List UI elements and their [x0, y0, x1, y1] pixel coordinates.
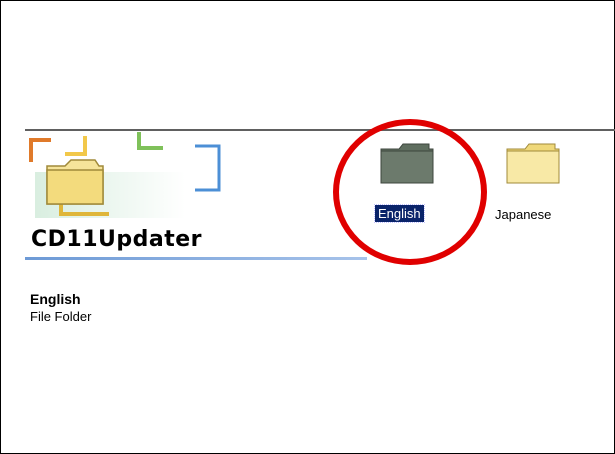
folder-title: CD11Updater — [31, 227, 203, 252]
folder-dimmed-icon — [380, 143, 434, 184]
folder-banner-icon — [29, 132, 221, 218]
folder-item-japanese[interactable]: Japanese — [491, 141, 581, 222]
folder-label-japanese[interactable]: Japanese — [495, 207, 551, 222]
folder-icon — [506, 143, 560, 184]
header-divider — [25, 129, 615, 131]
details-name: English — [30, 291, 81, 307]
folder-item-english[interactable]: English — [373, 141, 453, 223]
details-type: File Folder — [30, 309, 92, 324]
folder-label-english[interactable]: English — [374, 204, 425, 223]
title-underline — [25, 257, 367, 260]
explorer-window: CD11Updater English File Folder English … — [0, 0, 615, 454]
